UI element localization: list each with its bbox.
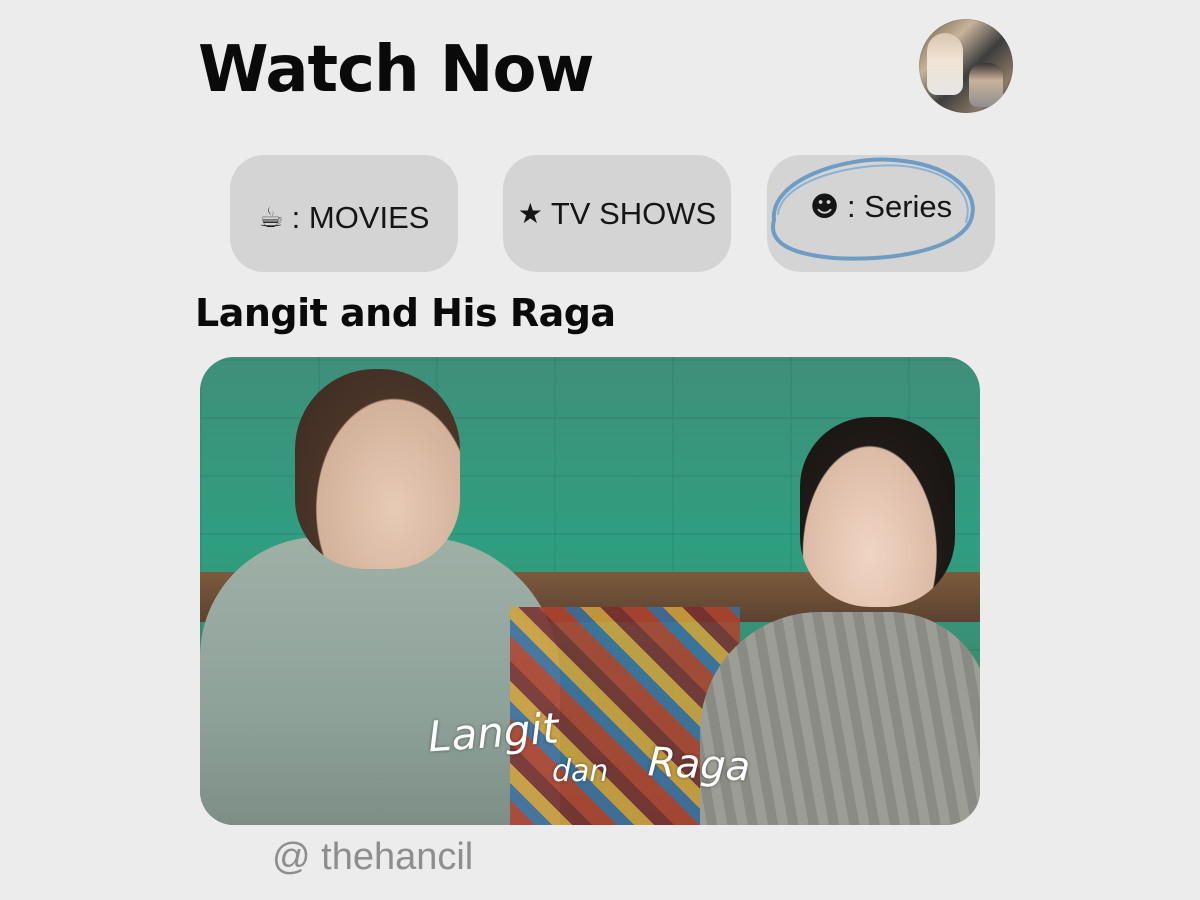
star-icon: ★ [517, 197, 543, 230]
poster-caption-langit: Langit [426, 703, 561, 762]
watch-now-page: Watch Now ☕ : MOVIES ★ TV SHOWS ☻ : Seri… [0, 0, 1200, 900]
coffee-cup-icon: ☕ [258, 201, 284, 234]
poster-caption-raga: Raga [646, 739, 752, 791]
poster-caption-dan: dan [552, 754, 609, 789]
series-poster[interactable]: Langit dan Raga [200, 357, 980, 825]
tab-movies[interactable]: ☕ : MOVIES [230, 155, 458, 272]
poster-person-right-head [800, 417, 955, 607]
avatar-figure-right [969, 63, 1003, 107]
tab-series[interactable]: ☻ : Series [767, 155, 995, 272]
tab-movies-label: : MOVIES [291, 199, 430, 235]
tab-tv-shows[interactable]: ★ TV SHOWS [503, 155, 731, 272]
section-title: Langit and His Raga [195, 291, 616, 335]
poster-person-left-head [295, 369, 460, 569]
watermark-handle: @ thehancil [272, 836, 474, 878]
tab-tv-shows-label: TV SHOWS [550, 195, 717, 231]
avatar-figure-left [927, 33, 963, 95]
poster-person-left [200, 537, 560, 825]
poster-person-right [700, 612, 980, 825]
page-title: Watch Now [198, 33, 595, 107]
profile-avatar[interactable] [919, 19, 1013, 113]
tab-series-label: : Series [847, 188, 953, 224]
smiley-icon: ☻ [809, 190, 840, 223]
